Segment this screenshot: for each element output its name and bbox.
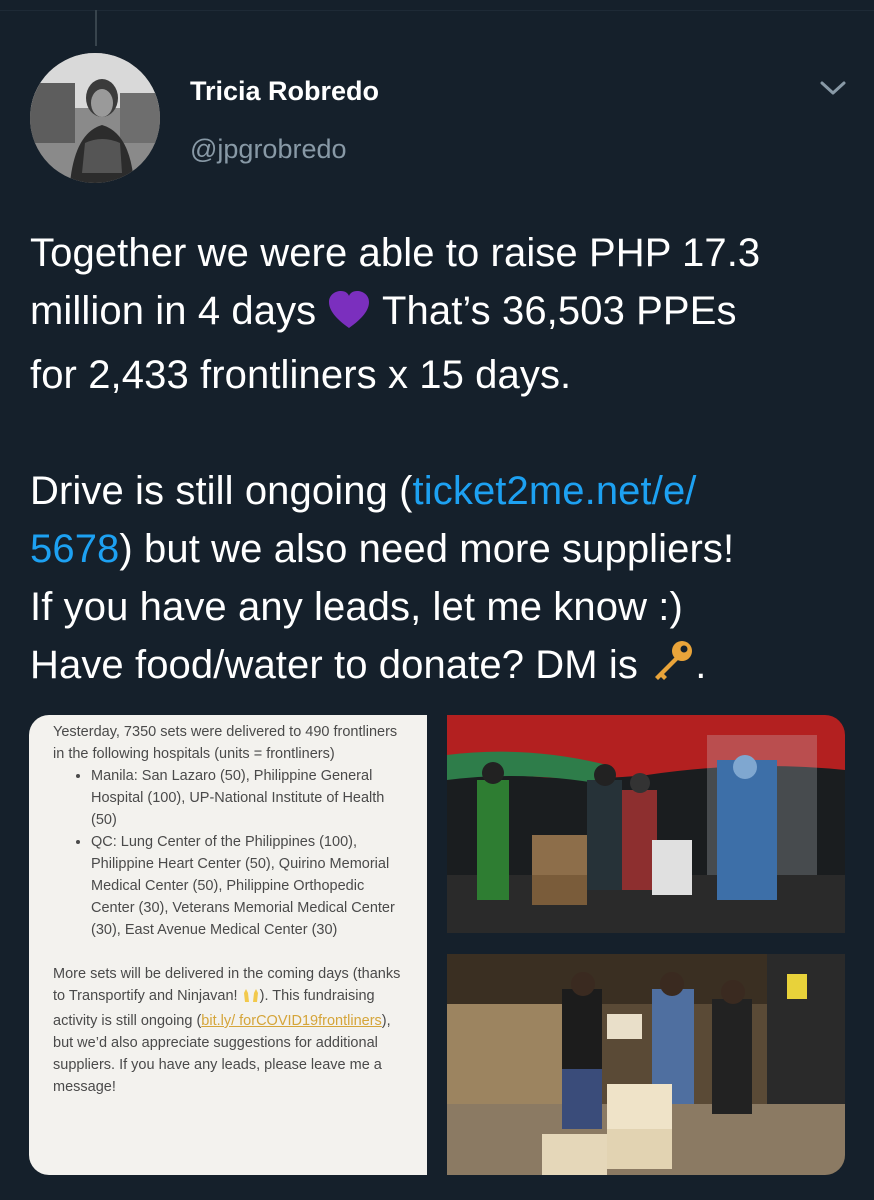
tweet-line: for 2,433 frontliners x 15 days. [30,353,572,397]
tweet-line: ) but we also need more suppliers! [119,527,735,571]
top-divider [0,10,874,11]
raising-hands-icon [242,987,260,1010]
tweet-body: Together we were able to raise PHP 17.3 … [30,224,850,700]
tweet-line: Drive is still ongoing ( [30,469,413,513]
note-outro: More sets will be delivered in the comin… [53,963,407,1098]
tweet-line: . [695,643,707,687]
media-grid: Yesterday, 7350 sets were delivered to 4… [29,715,845,1175]
author-handle[interactable]: @jpgrobredo [190,134,347,165]
tweet-line: If you have any leads, let me know :) [30,585,683,629]
purple-heart-icon [327,288,371,346]
tweet-line: million in 4 days [30,289,328,333]
list-item: Manila: San Lazaro (50), Philippine Gene… [91,765,407,831]
chevron-down-icon[interactable] [818,76,848,100]
list-item: QC: Lung Center of the Philippines (100)… [91,831,407,941]
thread-connector [95,10,97,46]
key-icon [649,640,695,700]
ticket-link[interactable]: ticket2me.net/e/ [413,469,697,513]
tweet-line: Have food/water to donate? DM is [30,643,650,687]
notes-screenshot[interactable]: Yesterday, 7350 sets were delivered to 4… [29,715,427,1175]
photo-delivery-tent[interactable] [447,715,845,933]
tweet-line: Together we were able to raise PHP 17.3 [30,231,761,275]
photo-hospital-handover[interactable] [447,954,845,1175]
tweet-line: That’s 36,503 PPEs [371,289,737,333]
ticket-link-continued[interactable]: 5678 [30,527,119,571]
avatar[interactable] [30,53,160,183]
fundraising-link[interactable]: bit.ly/ forCOVID19frontliners [201,1013,382,1029]
note-intro: Yesterday, 7350 sets were delivered to 4… [53,724,398,762]
author-name[interactable]: Tricia Robredo [190,76,379,107]
